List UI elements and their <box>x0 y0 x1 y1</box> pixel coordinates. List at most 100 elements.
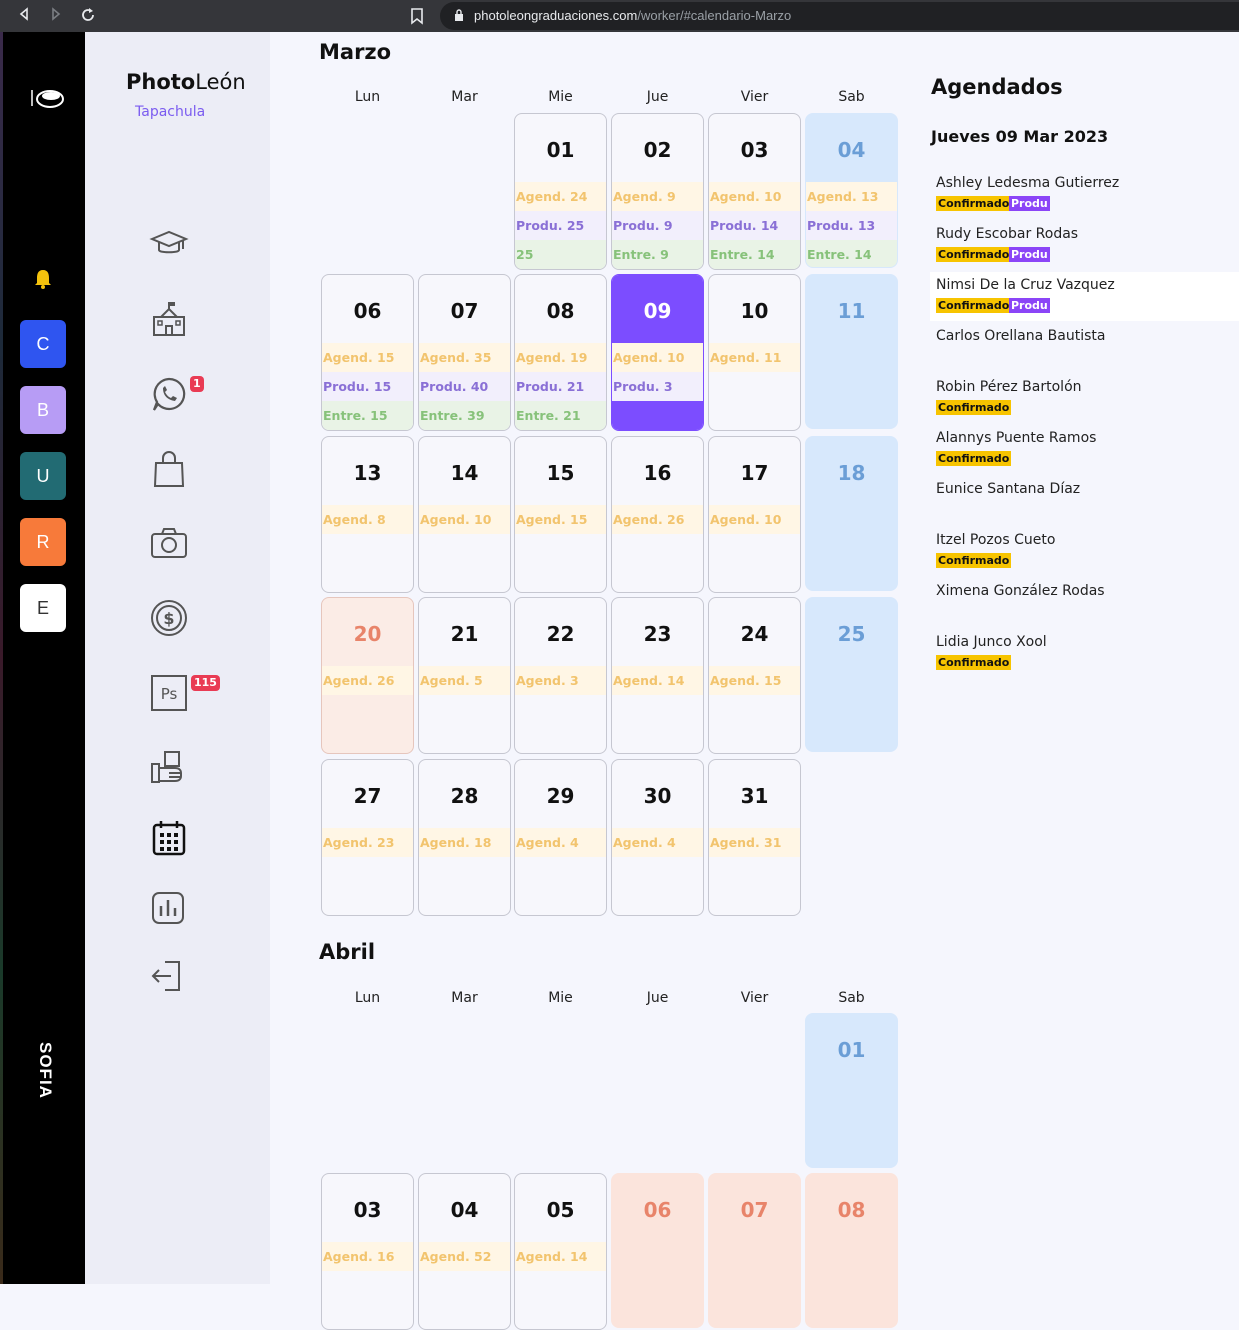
reload-icon[interactable] <box>79 7 97 25</box>
day-cell[interactable]: 23 Agend. 14 <box>611 597 704 754</box>
bell-icon[interactable] <box>33 268 53 290</box>
camera-icon[interactable] <box>149 523 189 563</box>
svg-text:Ps: Ps <box>161 685 178 703</box>
day-cell[interactable]: 24 Agend. 15 <box>708 597 801 754</box>
day-cell[interactable]: 30 Agend. 4 <box>611 759 704 916</box>
day-number: 08 <box>837 1198 866 1222</box>
svg-text:$: $ <box>163 609 174 628</box>
day-cell[interactable]: 05 Agend. 14 <box>514 1173 607 1330</box>
weekday-label: Mie <box>548 990 573 1006</box>
weekday-label: Vier <box>740 990 769 1006</box>
day-cell[interactable]: 08 <box>805 1173 898 1328</box>
day-cell[interactable]: 08 Agend. 19 Produ. 21 Entre. 21 <box>514 274 607 431</box>
day-cell[interactable]: 06 <box>611 1173 704 1328</box>
graduation-cap-icon[interactable] <box>149 225 189 265</box>
url-text: photoleongraduaciones.com/worker/#calend… <box>474 8 791 23</box>
agenda-person[interactable]: Ximena González Rodas <box>930 578 1239 627</box>
agenda-person[interactable]: Rudy Escobar Rodas Confirmado Produ <box>930 221 1239 270</box>
day-number: 17 <box>740 461 769 485</box>
agenda-person[interactable]: Nimsi De la Cruz Vazquez Confirmado Produ <box>930 272 1239 321</box>
person-name: Robin Pérez Bartolón <box>936 379 1082 395</box>
day-cell[interactable]: 25 <box>805 597 898 752</box>
day-cell[interactable]: 21 Agend. 5 <box>418 597 511 754</box>
school-icon[interactable] <box>149 299 189 339</box>
delivery-hand-icon[interactable] <box>149 746 189 786</box>
day-cell[interactable]: 07 <box>708 1173 801 1328</box>
agend-count: Agend. 15 <box>322 343 413 372</box>
workspace-avatar-e[interactable]: E <box>20 584 66 632</box>
agenda-person[interactable]: Itzel Pozos Cueto Confirmado <box>930 527 1239 576</box>
entre-count: Entre. 39 <box>419 401 510 430</box>
agenda-person[interactable]: Ashley Ledesma Gutierrez Confirmado Produ <box>930 170 1239 219</box>
agend-count: Agend. 10 <box>612 343 703 372</box>
day-cell[interactable]: 01 Agend. 24 Produ. 25 25 <box>514 113 607 270</box>
agenda-person[interactable]: Alannys Puente Ramos Confirmado <box>930 425 1239 474</box>
day-number: 14 <box>450 461 479 485</box>
agenda-person[interactable]: Eunice Santana Díaz <box>930 476 1239 525</box>
day-cell[interactable]: 07 Agend. 35 Produ. 40 Entre. 39 <box>418 274 511 431</box>
day-cell[interactable]: 29 Agend. 4 <box>514 759 607 916</box>
agend-count: Agend. 31 <box>709 828 800 857</box>
workspace-avatar-c[interactable]: C <box>20 320 66 368</box>
day-cell[interactable]: 03 Agend. 16 <box>321 1173 414 1330</box>
workspace-avatar-u[interactable]: U <box>20 452 66 500</box>
bookmark-icon[interactable] <box>410 7 424 29</box>
day-number: 30 <box>643 784 672 808</box>
agenda-person[interactable]: Carlos Orellana Bautista <box>930 323 1239 372</box>
calendar-icon[interactable] <box>149 818 189 858</box>
whatsapp-icon[interactable] <box>149 374 189 414</box>
stats-chart-icon[interactable] <box>149 888 189 928</box>
day-cell[interactable]: 27 Agend. 23 <box>321 759 414 916</box>
day-number: 10 <box>740 299 769 323</box>
forward-icon[interactable] <box>47 7 65 25</box>
dollar-coin-icon[interactable]: $ <box>149 598 189 638</box>
day-cell[interactable]: 04 Agend. 13 Produ. 13 Entre. 14 <box>805 113 898 268</box>
day-cell[interactable]: 09 Agend. 10 Produ. 3 <box>611 274 704 431</box>
whatsapp-badge: 1 <box>190 376 204 392</box>
side-nav: PhotoLeón Tapachula 1 $ Ps 115 <box>85 32 270 1284</box>
confirmed-badge: Confirmado <box>936 298 1012 313</box>
agend-count: Agend. 26 <box>322 666 413 695</box>
confirmed-badge: Confirmado <box>936 247 1012 262</box>
address-bar[interactable]: photoleongraduaciones.com/worker/#calend… <box>440 2 1239 30</box>
agenda-person[interactable]: Lidia Junco Xool Confirmado <box>930 629 1239 678</box>
workspace-avatar-r[interactable]: R <box>20 518 66 566</box>
day-cell[interactable]: 28 Agend. 18 <box>418 759 511 916</box>
agend-count: Agend. 10 <box>709 505 800 534</box>
agend-count: Agend. 4 <box>515 828 606 857</box>
day-cell[interactable]: 06 Agend. 15 Produ. 15 Entre. 15 <box>321 274 414 431</box>
logo-icon <box>31 90 64 108</box>
day-number: 11 <box>837 299 866 323</box>
shopping-bag-icon[interactable] <box>149 449 189 489</box>
day-cell[interactable]: 15 Agend. 15 <box>514 436 607 593</box>
logout-icon[interactable] <box>149 956 189 996</box>
day-cell[interactable]: 11 <box>805 274 898 429</box>
day-cell[interactable]: 02 Agend. 9 Produ. 9 Entre. 9 <box>611 113 704 270</box>
day-cell[interactable]: 04 Agend. 52 <box>418 1173 511 1330</box>
agend-count: Agend. 14 <box>612 666 703 695</box>
day-cell[interactable]: 17 Agend. 10 <box>708 436 801 593</box>
brand-logo[interactable]: PhotoLeón <box>126 70 246 94</box>
day-cell[interactable]: 18 <box>805 436 898 591</box>
agenda-person[interactable]: Robin Pérez Bartolón Confirmado <box>930 374 1239 423</box>
day-number: 06 <box>353 299 382 323</box>
agend-count: Agend. 15 <box>515 505 606 534</box>
day-number: 07 <box>450 299 479 323</box>
photoshop-icon[interactable]: Ps <box>149 672 189 712</box>
day-cell[interactable]: 20 Agend. 26 <box>321 597 414 754</box>
day-cell[interactable]: 16 Agend. 26 <box>611 436 704 593</box>
workspace-avatar-b[interactable]: B <box>20 386 66 434</box>
agend-count: Agend. 10 <box>709 182 800 211</box>
day-cell[interactable]: 14 Agend. 10 <box>418 436 511 593</box>
day-cell[interactable]: 01 <box>805 1013 898 1168</box>
day-cell[interactable]: 03 Agend. 10 Produ. 14 Entre. 14 <box>708 113 801 270</box>
day-cell[interactable]: 10 Agend. 11 <box>708 274 801 431</box>
confirmed-badge: Confirmado <box>936 451 1012 466</box>
user-name: SOFIA <box>36 1042 55 1099</box>
url-domain: photoleongraduaciones.com <box>474 8 638 23</box>
back-icon[interactable] <box>15 7 33 25</box>
day-cell[interactable]: 31 Agend. 31 <box>708 759 801 916</box>
day-cell[interactable]: 22 Agend. 3 <box>514 597 607 754</box>
day-number: 08 <box>546 299 575 323</box>
day-cell[interactable]: 13 Agend. 8 <box>321 436 414 593</box>
